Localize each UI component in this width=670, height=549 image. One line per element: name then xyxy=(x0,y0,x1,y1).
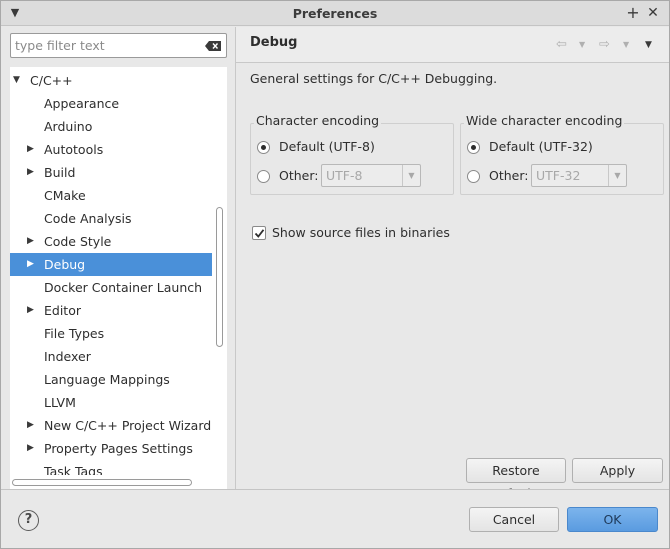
tree-item-language-mappings[interactable]: Language Mappings xyxy=(10,368,212,391)
tree-item-debug[interactable]: ▶ Debug xyxy=(10,253,212,276)
tree-item-cmake[interactable]: CMake xyxy=(10,184,212,207)
page-description: General settings for C/C++ Debugging. xyxy=(250,71,498,86)
cancel-button[interactable]: Cancel xyxy=(469,507,559,532)
preference-page: Debug ⇦ ▼ ⇨ ▼ ▼ General settings for C/C… xyxy=(236,27,669,501)
tree-item-label: Appearance xyxy=(44,96,120,111)
tree-item-label: Build xyxy=(44,165,76,180)
tree-item-label: Docker Container Launch xyxy=(44,280,203,295)
char-other-radio[interactable] xyxy=(257,170,270,183)
tree-item-label: LLVM xyxy=(44,395,76,410)
collapsed-triangle-icon[interactable]: ▶ xyxy=(27,253,37,276)
forward-arrow-icon[interactable]: ⇨ xyxy=(599,37,610,53)
tree-item-arduino[interactable]: Arduino xyxy=(10,115,212,138)
help-icon[interactable]: ? xyxy=(18,510,39,531)
tree-horizontal-scrollbar[interactable] xyxy=(10,475,212,489)
back-arrow-icon[interactable]: ⇦ xyxy=(556,37,567,53)
char-other-label: Other: xyxy=(279,168,319,183)
tree-item-label: Indexer xyxy=(44,349,91,364)
apply-button[interactable]: Apply xyxy=(572,458,663,483)
scroll-corner xyxy=(212,475,227,489)
tree-item-build[interactable]: ▶ Build xyxy=(10,161,212,184)
collapsed-triangle-icon[interactable]: ▶ xyxy=(27,437,37,460)
char-default-radio[interactable] xyxy=(257,141,270,154)
tree-item-label: New C/C++ Project Wizard xyxy=(44,418,212,433)
wide-encoding-select-value: UTF-32 xyxy=(536,168,581,183)
preference-tree-pane: ▼ C/C++ Appearance Arduino ▶ Autotools ▶ Build C… xyxy=(2,27,235,489)
horizontal-scroll-thumb[interactable] xyxy=(12,479,192,486)
collapsed-triangle-icon[interactable]: ▶ xyxy=(27,230,37,253)
tree-vertical-scrollbar[interactable] xyxy=(212,67,227,475)
tree-item-label: File Types xyxy=(44,326,105,341)
clear-filter-icon[interactable] xyxy=(205,41,221,51)
tree-item-appearance[interactable]: Appearance xyxy=(10,92,212,115)
tree-item-label: Code Style xyxy=(44,234,112,249)
tree-item-label: Autotools xyxy=(44,142,104,157)
vertical-scroll-thumb[interactable] xyxy=(216,207,223,347)
checkmark-icon xyxy=(254,229,265,238)
tree-item-label: C/C++ xyxy=(30,73,73,88)
forward-menu-chevron-icon[interactable]: ▼ xyxy=(623,37,629,53)
collapsed-triangle-icon[interactable]: ▶ xyxy=(27,299,37,322)
wide-other-label: Other: xyxy=(489,168,529,183)
page-title: Debug xyxy=(250,35,298,50)
tree-item-new-c-c-project-wizard[interactable]: ▶ New C/C++ Project Wizard xyxy=(10,414,212,437)
wide-encoding-label: Wide character encoding xyxy=(464,113,625,128)
chevron-down-icon: ▼ xyxy=(402,165,420,186)
tree-item-label: CMake xyxy=(44,188,86,203)
restore-defaults-button[interactable]: Restore Defaults xyxy=(466,458,566,501)
page-header: Debug ⇦ ▼ ⇨ ▼ ▼ xyxy=(236,27,669,63)
wide-encoding-select: UTF-32 ▼ xyxy=(531,164,627,187)
tree-item-label: Property Pages Settings xyxy=(44,441,193,456)
chevron-down-icon: ▼ xyxy=(608,165,626,186)
char-encoding-select: UTF-8 ▼ xyxy=(321,164,421,187)
char-encoding-select-value: UTF-8 xyxy=(326,168,363,183)
tree-item-label: Code Analysis xyxy=(44,211,132,226)
collapsed-triangle-icon[interactable]: ▶ xyxy=(27,138,37,161)
character-encoding-group: Character encoding Default (UTF-8) Other… xyxy=(250,113,454,195)
tree-item-editor[interactable]: ▶ Editor xyxy=(10,299,212,322)
dialog-footer: ? Cancel OK xyxy=(1,490,669,548)
tree-item-code-analysis[interactable]: Code Analysis xyxy=(10,207,212,230)
tree-item-property-pages-settings[interactable]: ▶ Property Pages Settings xyxy=(10,437,212,460)
tree-item-llvm[interactable]: LLVM xyxy=(10,391,212,414)
wide-default-label: Default (UTF-32) xyxy=(489,139,593,154)
tree-item-file-types[interactable]: File Types xyxy=(10,322,212,345)
character-encoding-label: Character encoding xyxy=(254,113,382,128)
maximize-icon[interactable]: + xyxy=(625,3,641,23)
wide-other-radio[interactable] xyxy=(467,170,480,183)
wide-default-radio[interactable] xyxy=(467,141,480,154)
tree-item-task-tags[interactable]: Task Tags xyxy=(10,460,212,475)
tree-item-label: Editor xyxy=(44,303,81,318)
char-default-label: Default (UTF-8) xyxy=(279,139,375,154)
ok-button[interactable]: OK xyxy=(567,507,658,532)
filter-input[interactable] xyxy=(15,37,200,54)
back-menu-chevron-icon[interactable]: ▼ xyxy=(579,37,585,53)
preferences-window: ▼ Preferences + ✕ ▼ C/C++ Appearance Arduin… xyxy=(0,0,670,549)
wide-encoding-group: Wide character encoding Default (UTF-32)… xyxy=(460,113,664,195)
show-source-label: Show source files in binaries xyxy=(272,225,450,240)
filter-box xyxy=(10,33,227,58)
show-source-checkbox[interactable] xyxy=(252,226,266,240)
collapsed-triangle-icon[interactable]: ▶ xyxy=(27,161,37,184)
tree-item-autotools[interactable]: ▶ Autotools xyxy=(10,138,212,161)
tree-item-label: Arduino xyxy=(44,119,93,134)
tree-item-label: Language Mappings xyxy=(44,372,170,387)
tree-item-label: Task Tags xyxy=(44,464,103,475)
tree-item-label: Debug xyxy=(44,257,86,272)
tree-item-indexer[interactable]: Indexer xyxy=(10,345,212,368)
tree-item-code-style[interactable]: ▶ Code Style xyxy=(10,230,212,253)
close-icon[interactable]: ✕ xyxy=(645,3,661,23)
tree-item-docker-container-launch[interactable]: Docker Container Launch xyxy=(10,276,212,299)
view-menu-icon[interactable]: ▼ xyxy=(645,37,652,53)
preference-tree: ▼ C/C++ Appearance Arduino ▶ Autotools ▶ Build C… xyxy=(10,67,212,475)
collapsed-triangle-icon[interactable]: ▶ xyxy=(27,414,37,437)
expanded-triangle-icon[interactable]: ▼ xyxy=(13,69,23,92)
tree-item-c-cpp[interactable]: ▼ C/C++ xyxy=(10,69,212,92)
window-title: Preferences xyxy=(292,6,378,21)
title-bar: ▼ Preferences + ✕ xyxy=(1,1,669,26)
